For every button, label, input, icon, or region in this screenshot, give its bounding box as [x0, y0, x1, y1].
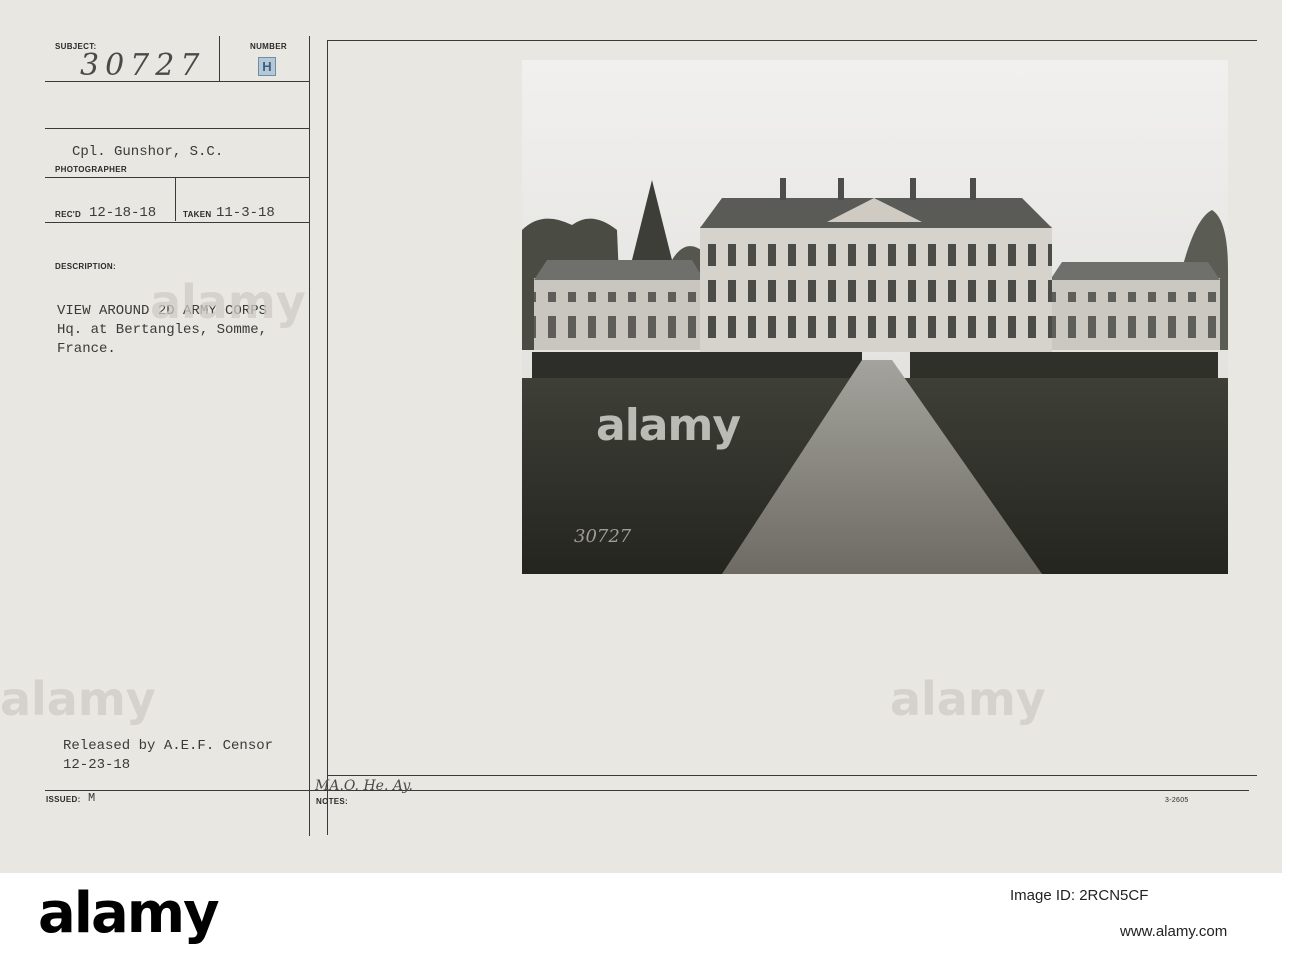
released-line-1: Released by A.E.F. Censor: [63, 738, 274, 754]
alamy-watermark-left: alamy: [150, 275, 306, 329]
issued-value: M: [88, 791, 96, 805]
subject-value: 30727: [80, 48, 206, 83]
bottom-rule-left: [45, 790, 310, 791]
archive-card: SUBJECT: NUMBER 30727 H Cpl. Gunshor, S.…: [0, 0, 1282, 873]
released-line-2: 12-23-18: [63, 757, 131, 773]
form-code: 3-2605: [1165, 797, 1189, 804]
right-panel-top-rule: [327, 40, 1257, 41]
right-panel-bottom-rule: [327, 775, 1257, 776]
issued-label: ISSUED:: [46, 795, 81, 804]
description-label: DESCRIPTION:: [55, 262, 116, 271]
number-value: H: [258, 57, 276, 76]
taken-value: 11-3-18: [216, 205, 275, 221]
chateau-photograph: 30727 alamy: [522, 60, 1228, 574]
form-vertical-rule: [309, 36, 310, 836]
date-divider: [175, 178, 176, 221]
image-id-text: Image ID: 2RCN5CF: [1010, 887, 1149, 904]
notes-handwritten: MA.O. He. Ay.: [315, 778, 413, 794]
alamy-watermark-photo: alamy: [596, 400, 741, 451]
recd-value: 12-18-18: [89, 205, 157, 221]
photographer-value: Cpl. Gunshor, S.C.: [72, 144, 224, 160]
photo-handwritten-number: 30727: [574, 526, 632, 547]
form-rule-photographer: [45, 177, 310, 178]
form-rule-photographer-top: [45, 128, 310, 129]
chateau-photo-drawing: [522, 60, 1228, 574]
recd-label: REC'D: [55, 210, 82, 219]
alamy-banner: alamy Image ID: 2RCN5CF www.alamy.com: [0, 873, 1300, 963]
photographer-label: PHOTOGRAPHER: [55, 165, 127, 174]
alamy-watermark-bottom-left: alamy: [0, 672, 156, 726]
form-rule-dates: [45, 222, 310, 223]
taken-label: TAKEN: [183, 210, 212, 219]
image-id-value: 2RCN5CF: [1079, 887, 1149, 904]
right-panel-rule: [327, 40, 328, 835]
bottom-rule-right: [309, 790, 1249, 791]
alamy-logo: alamy: [38, 881, 220, 946]
number-label: NUMBER: [250, 42, 287, 51]
subject-divider: [219, 36, 220, 82]
site-url: www.alamy.com: [1120, 923, 1228, 940]
description-line-3: France.: [57, 341, 116, 357]
notes-label: NOTES:: [316, 797, 349, 806]
alamy-watermark-bottom-right: alamy: [890, 672, 1046, 726]
